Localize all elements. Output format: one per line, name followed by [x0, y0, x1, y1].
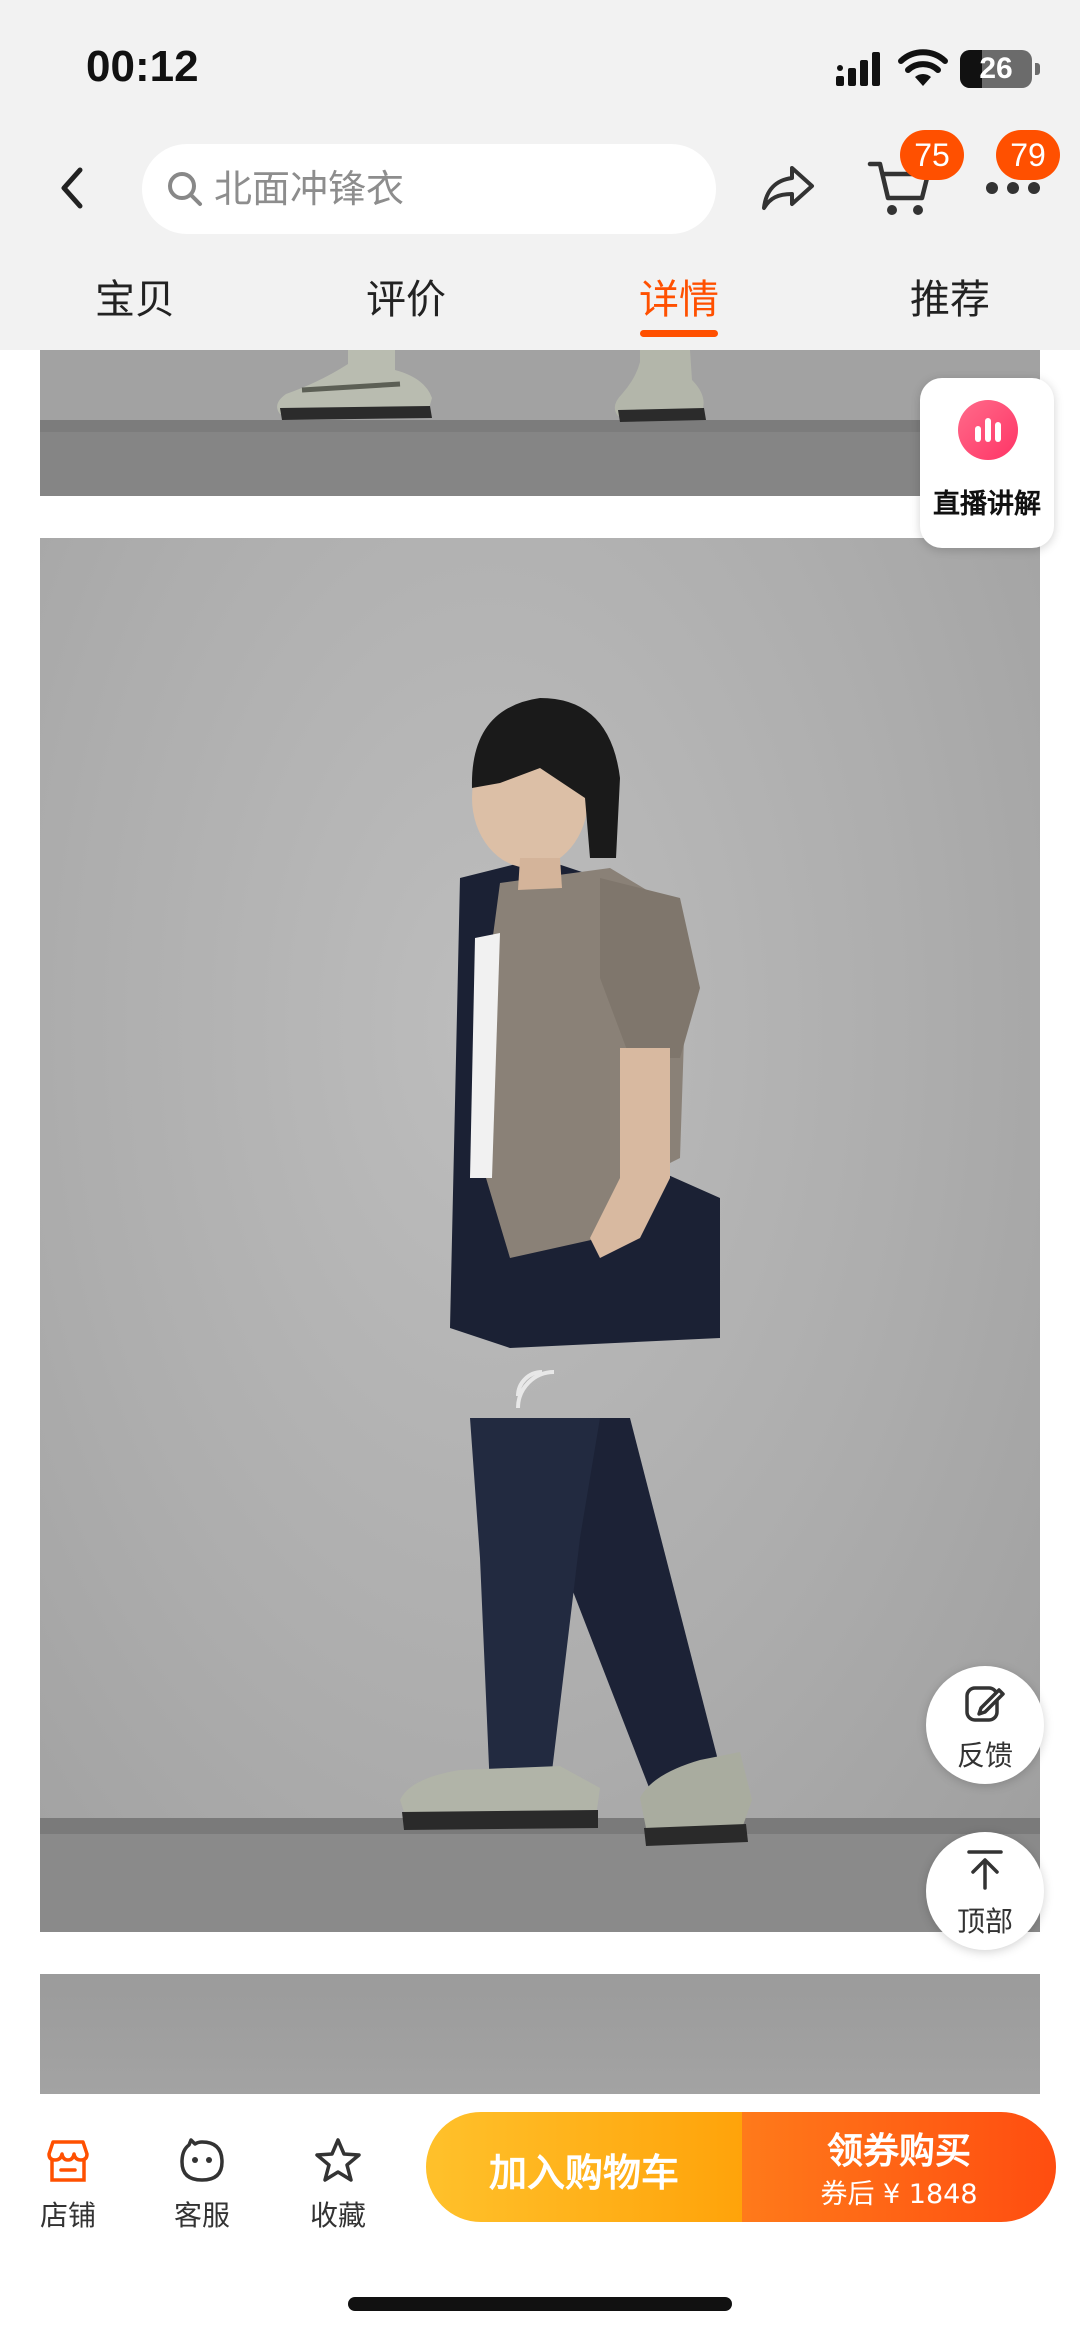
star-icon — [315, 2138, 361, 2182]
battery-icon: 26 — [960, 50, 1040, 88]
search-input[interactable]: 北面冲锋衣 — [142, 144, 716, 234]
back-to-top-button[interactable]: 顶部 — [926, 1832, 1044, 1950]
home-indicator[interactable] — [348, 2297, 732, 2311]
arrow-up-icon — [967, 1850, 1003, 1890]
add-to-cart-label: 加入购物车 — [488, 2151, 679, 2195]
store-button[interactable]: 店铺 — [18, 2124, 118, 2234]
live-explain-button[interactable]: 直播讲解 — [920, 378, 1054, 548]
model-photo — [40, 698, 1040, 1932]
tab-bar: 宝贝 评价 详情 推荐 — [0, 250, 1080, 350]
brand-logo — [516, 1370, 555, 1409]
customer-service-label: 客服 — [173, 2199, 230, 2232]
signal-icon — [836, 52, 880, 86]
product-photo-main[interactable] — [40, 538, 1040, 1932]
product-photo-bottom[interactable] — [40, 1974, 1040, 2094]
buy-label: 领券购买 — [826, 2131, 971, 2172]
customer-service-button[interactable]: 客服 — [152, 2124, 252, 2234]
message-badge: 79 — [996, 130, 1060, 180]
feedback-button[interactable]: 反馈 — [926, 1666, 1044, 1784]
feedback-label: 反馈 — [956, 1739, 1013, 1772]
back-icon[interactable] — [44, 158, 104, 218]
store-label: 店铺 — [39, 2199, 96, 2232]
live-icon — [958, 400, 1018, 460]
edit-icon — [965, 1686, 1005, 1722]
product-detail-page: 00:12 26 北面冲锋衣 75 79 宝贝 评价 详情 推荐 直播讲解 反馈… — [0, 0, 1080, 2337]
chat-face-icon — [180, 2138, 224, 2182]
wifi-icon — [898, 49, 948, 86]
top-nav-bar: 北面冲锋衣 75 79 — [0, 130, 1080, 250]
share-icon[interactable] — [756, 154, 820, 218]
favorite-button[interactable]: 收藏 — [288, 2124, 388, 2234]
status-bar: 00:12 26 — [0, 0, 1080, 130]
favorite-label: 收藏 — [309, 2199, 366, 2232]
tab-details[interactable]: 详情 — [609, 270, 749, 330]
product-photo-top[interactable] — [40, 350, 1040, 496]
status-time: 00:12 — [86, 42, 199, 91]
back-to-top-label: 顶部 — [956, 1905, 1013, 1938]
store-icon — [47, 2140, 89, 2182]
sneakers-image — [40, 350, 1040, 496]
add-to-cart-button[interactable]: 加入购物车 — [426, 2112, 742, 2222]
price-after-coupon: 券后 ¥ 1848 — [820, 2179, 978, 2210]
search-icon — [168, 172, 202, 206]
live-explain-label: 直播讲解 — [933, 489, 1041, 520]
detail-content — [0, 350, 1080, 2094]
tab-active-indicator — [640, 330, 718, 337]
tab-recommend[interactable]: 推荐 — [880, 270, 1020, 330]
tab-item[interactable]: 宝贝 — [65, 270, 205, 330]
buy-with-coupon-button[interactable]: 领券购买 券后 ¥ 1848 — [742, 2112, 1056, 2222]
search-placeholder: 北面冲锋衣 — [214, 167, 405, 211]
battery-level: 26 — [979, 52, 1013, 85]
tab-reviews[interactable]: 评价 — [336, 270, 476, 330]
cart-badge: 75 — [900, 130, 964, 180]
